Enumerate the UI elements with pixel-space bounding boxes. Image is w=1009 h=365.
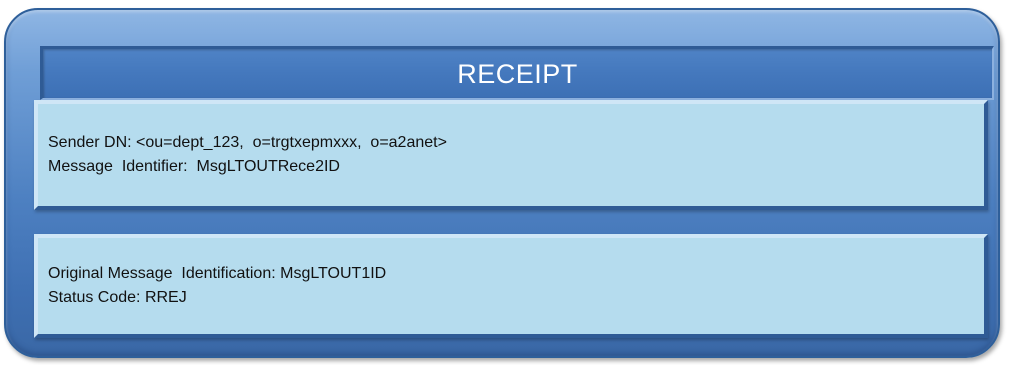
- original-message-identification-text: Original Message Identification: MsgLTOU…: [48, 265, 387, 282]
- sender-info-panel: Sender DN: <ou=dept_123, o=trgtxepmxxx, …: [34, 100, 988, 210]
- message-identifier-text: Message Identifier: MsgLTOUTRece2ID: [48, 158, 340, 175]
- status-info-panel: Original Message Identification: MsgLTOU…: [34, 234, 988, 338]
- status-code-text: Status Code: RREJ: [48, 289, 187, 306]
- receipt-header: RECEIPT: [40, 46, 994, 100]
- receipt-title: RECEIPT: [457, 59, 578, 89]
- sender-dn-text: Sender DN: <ou=dept_123, o=trgtxepmxxx, …: [48, 134, 447, 151]
